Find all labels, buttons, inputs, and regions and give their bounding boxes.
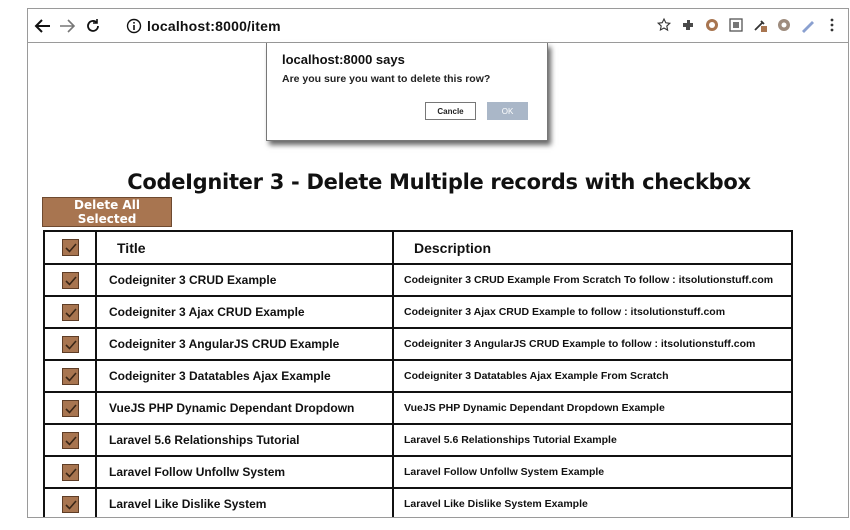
back-icon[interactable]	[32, 15, 54, 37]
delete-all-selected-button[interactable]: Delete All Selected	[42, 197, 172, 227]
row-title: Laravel 5.6 Relationships Tutorial	[95, 423, 394, 457]
row-checkbox[interactable]	[61, 431, 79, 449]
row-checkbox[interactable]	[61, 367, 79, 385]
check-icon	[64, 307, 77, 318]
row-checkbox[interactable]	[61, 463, 79, 481]
check-icon	[64, 275, 77, 286]
forward-icon[interactable]	[56, 15, 78, 37]
gear-extension-icon[interactable]	[776, 17, 792, 33]
check-icon	[64, 371, 77, 382]
dialog-title: localhost:8000 says	[282, 52, 405, 67]
table-row: Codeigniter 3 Datatables Ajax Example Cod…	[43, 359, 793, 393]
table-row: Codeigniter 3 CRUD Example Codeigniter 3 …	[43, 263, 793, 297]
check-icon	[64, 243, 77, 254]
items-table: Title Description Codeigniter 3 CRUD Exa…	[43, 230, 793, 517]
table-row: Laravel 5.6 Relationships Tutorial Larave…	[43, 423, 793, 457]
check-icon	[64, 339, 77, 350]
cancel-button[interactable]: Cancle	[425, 102, 476, 120]
ok-button[interactable]: OK	[487, 102, 528, 120]
row-checkbox[interactable]	[61, 303, 79, 321]
table-row: Laravel Like Dislike System Laravel Like …	[43, 487, 793, 517]
row-description: Codeigniter 3 AngularJS CRUD Example to …	[392, 327, 793, 361]
row-description: Laravel Like Dislike System Example	[392, 487, 793, 517]
row-description: Codeigniter 3 Ajax CRUD Example to follo…	[392, 295, 793, 329]
row-description: VueJS PHP Dynamic Dependant Dropdown Exa…	[392, 391, 793, 425]
browser-toolbar: localhost:8000/item	[28, 9, 848, 43]
table-row: Laravel Follow Unfollw System Laravel Fol…	[43, 455, 793, 489]
extension-icons	[656, 17, 840, 33]
eyedropper-extension-icon[interactable]	[752, 17, 768, 33]
puzzle-extension-icon[interactable]	[680, 17, 696, 33]
row-checkbox[interactable]	[61, 399, 79, 417]
row-checkbox-cell	[43, 263, 97, 297]
row-checkbox-cell	[43, 295, 97, 329]
row-description: Codeigniter 3 CRUD Example From Scratch …	[392, 263, 793, 297]
address-bar[interactable]: localhost:8000/item	[147, 18, 281, 34]
confirm-dialog: localhost:8000 says Are you sure you wan…	[266, 43, 548, 141]
row-title: Codeigniter 3 AngularJS CRUD Example	[95, 327, 394, 361]
browser-window: localhost:8000/item CodeIgniter 3 - Dele…	[27, 8, 849, 518]
info-icon[interactable]	[126, 18, 142, 34]
select-all-cell	[43, 230, 97, 265]
row-checkbox[interactable]	[61, 495, 79, 513]
row-title: VueJS PHP Dynamic Dependant Dropdown	[95, 391, 394, 425]
pen-extension-icon[interactable]	[800, 17, 816, 33]
row-description: Codeigniter 3 Datatables Ajax Example Fr…	[392, 359, 793, 393]
grid-extension-icon[interactable]	[728, 17, 744, 33]
star-icon[interactable]	[656, 17, 672, 33]
table-row: VueJS PHP Dynamic Dependant Dropdown VueJ…	[43, 391, 793, 425]
page-title: CodeIgniter 3 - Delete Multiple records …	[127, 170, 751, 194]
reload-icon[interactable]	[82, 15, 104, 37]
check-icon	[64, 403, 77, 414]
row-checkbox-cell	[43, 423, 97, 457]
table-row: Codeigniter 3 AngularJS CRUD Example Code…	[43, 327, 793, 361]
row-checkbox-cell	[43, 359, 97, 393]
column-header-description: Description	[392, 230, 793, 265]
row-title: Codeigniter 3 Ajax CRUD Example	[95, 295, 394, 329]
circle-extension-icon[interactable]	[704, 17, 720, 33]
row-description: Laravel Follow Unfollw System Example	[392, 455, 793, 489]
row-checkbox[interactable]	[61, 271, 79, 289]
check-icon	[64, 467, 77, 478]
dialog-message: Are you sure you want to delete this row…	[282, 73, 491, 85]
table-row: Codeigniter 3 Ajax CRUD Example Codeignit…	[43, 295, 793, 329]
menu-icon[interactable]	[824, 17, 840, 33]
row-checkbox-cell	[43, 327, 97, 361]
row-title: Laravel Like Dislike System	[95, 487, 394, 517]
row-checkbox-cell	[43, 455, 97, 489]
row-checkbox-cell	[43, 487, 97, 517]
row-title: Laravel Follow Unfollw System	[95, 455, 394, 489]
row-description: Laravel 5.6 Relationships Tutorial Examp…	[392, 423, 793, 457]
column-header-title: Title	[95, 230, 394, 265]
row-title: Codeigniter 3 Datatables Ajax Example	[95, 359, 394, 393]
row-checkbox[interactable]	[61, 335, 79, 353]
check-icon	[64, 499, 77, 510]
check-icon	[64, 435, 77, 446]
select-all-checkbox[interactable]	[61, 239, 79, 257]
row-checkbox-cell	[43, 391, 97, 425]
table-header-row: Title Description	[43, 230, 793, 265]
row-title: Codeigniter 3 CRUD Example	[95, 263, 394, 297]
